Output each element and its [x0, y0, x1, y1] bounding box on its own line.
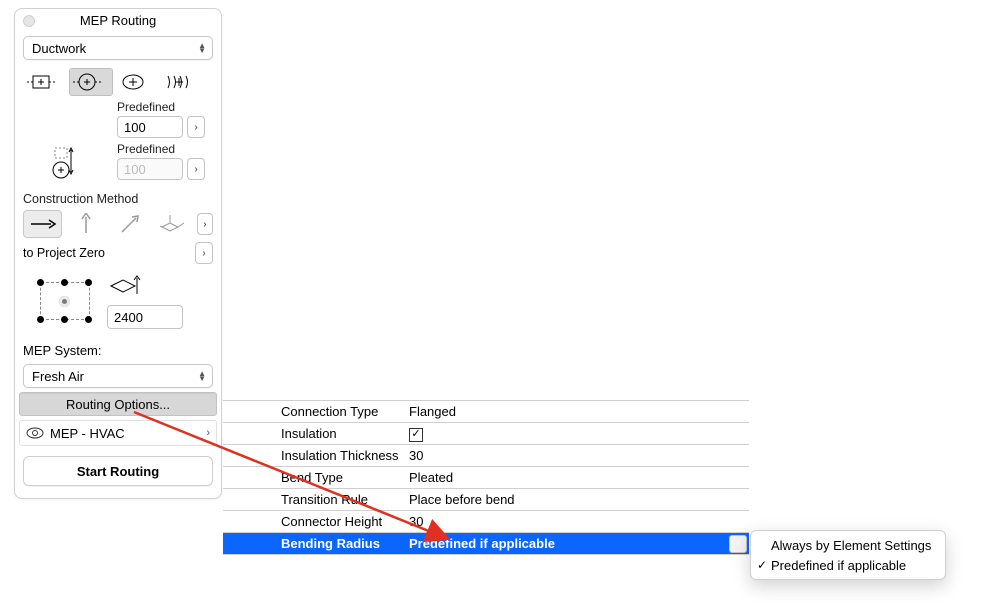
method-3d-icon[interactable] — [153, 210, 192, 238]
method-diagonal-icon[interactable] — [110, 210, 149, 238]
anchor-block — [15, 266, 221, 337]
elevation-input[interactable] — [107, 305, 183, 329]
start-routing-label: Start Routing — [77, 464, 159, 479]
eye-icon — [26, 426, 44, 440]
mep-system-value: Fresh Air — [32, 369, 84, 384]
option-value: Flanged — [405, 404, 749, 419]
shape-oval-icon[interactable] — [115, 68, 159, 96]
popup-item-always[interactable]: Always by Element Settings — [751, 535, 945, 555]
option-dropdown-button[interactable]: › — [729, 535, 747, 553]
routing-options-table: Connection Type Flanged Insulation ✓ Ins… — [223, 400, 749, 555]
option-label: Connector Height — [223, 514, 405, 529]
routing-options-label: Routing Options... — [66, 397, 170, 412]
panel-title-bar: MEP Routing — [15, 9, 221, 32]
method-more-button[interactable]: › — [197, 213, 213, 235]
width-more-button[interactable]: › — [187, 116, 205, 138]
option-value: Predefined if applicable — [405, 536, 729, 551]
check-icon: ✓ — [757, 558, 767, 572]
width-predef-label: Predefined — [117, 100, 213, 114]
option-row-connection-type[interactable]: Connection Type Flanged — [223, 401, 749, 423]
start-routing-button[interactable]: Start Routing — [23, 456, 213, 486]
width-field-block: Predefined › — [15, 100, 221, 142]
mep-system-label: MEP System: — [15, 337, 221, 360]
option-row-connector-height[interactable]: Connector Height 30 — [223, 511, 749, 533]
duct-shape-row — [15, 64, 221, 100]
option-label: Connection Type — [223, 404, 405, 419]
routing-options-button[interactable]: Routing Options... — [19, 392, 217, 416]
shape-rect-icon[interactable] — [23, 68, 67, 96]
chevron-updown-icon: ▲▼ — [198, 371, 206, 381]
popup-item-label: Always by Element Settings — [771, 538, 931, 553]
layer-row[interactable]: MEP - HVAC › — [19, 420, 217, 446]
shape-flex-icon[interactable] — [161, 68, 205, 96]
dimension-icon — [47, 142, 87, 182]
option-label: Transition Rule — [223, 492, 405, 507]
checkbox-checked-icon[interactable]: ✓ — [409, 428, 423, 442]
mep-routing-panel: MEP Routing Ductwork ▲▼ Prede — [14, 8, 222, 499]
elevation-icon — [107, 272, 147, 298]
reference-label: to Project Zero — [23, 246, 189, 260]
width-input[interactable] — [117, 116, 183, 138]
option-value: ✓ — [405, 425, 749, 442]
bending-radius-popup: Always by Element Settings ✓ Predefined … — [750, 530, 946, 580]
option-label: Insulation — [223, 426, 405, 441]
chevron-updown-icon: ▲▼ — [198, 43, 206, 53]
option-value: 30 — [405, 514, 749, 529]
option-row-bend-type[interactable]: Bend Type Pleated — [223, 467, 749, 489]
height-field-block: Predefined › — [15, 142, 221, 186]
construction-method-label: Construction Method — [15, 186, 221, 208]
window-close-dot[interactable] — [23, 15, 35, 27]
category-select[interactable]: Ductwork ▲▼ — [23, 36, 213, 60]
option-row-bending-radius[interactable]: Bending Radius Predefined if applicable … — [223, 533, 749, 555]
category-select-value: Ductwork — [32, 41, 86, 56]
method-vertical-icon[interactable] — [66, 210, 105, 238]
option-value: 30 — [405, 448, 749, 463]
popup-item-predefined[interactable]: ✓ Predefined if applicable — [751, 555, 945, 575]
construction-method-row: › — [15, 208, 221, 240]
popup-item-label: Predefined if applicable — [771, 558, 906, 573]
height-predef-label: Predefined — [117, 142, 213, 156]
reference-row: to Project Zero › — [15, 240, 221, 266]
option-label: Bending Radius — [223, 536, 405, 551]
anchor-point-grid[interactable] — [37, 279, 93, 323]
option-row-transition-rule[interactable]: Transition Rule Place before bend — [223, 489, 749, 511]
method-horizontal-icon[interactable] — [23, 210, 62, 238]
chevron-right-icon: › — [206, 427, 210, 439]
reference-more-button[interactable]: › — [195, 242, 213, 264]
mep-system-select[interactable]: Fresh Air ▲▼ — [23, 364, 213, 388]
option-row-insulation[interactable]: Insulation ✓ — [223, 423, 749, 445]
option-value: Pleated — [405, 470, 749, 485]
panel-title: MEP Routing — [80, 13, 156, 28]
option-row-insulation-thickness[interactable]: Insulation Thickness 30 — [223, 445, 749, 467]
layer-name: MEP - HVAC — [50, 426, 125, 441]
option-label: Bend Type — [223, 470, 405, 485]
shape-round-icon[interactable] — [69, 68, 113, 96]
option-value: Place before bend — [405, 492, 749, 507]
height-more-button[interactable]: › — [187, 158, 205, 180]
height-input — [117, 158, 183, 180]
option-label: Insulation Thickness — [223, 448, 405, 463]
